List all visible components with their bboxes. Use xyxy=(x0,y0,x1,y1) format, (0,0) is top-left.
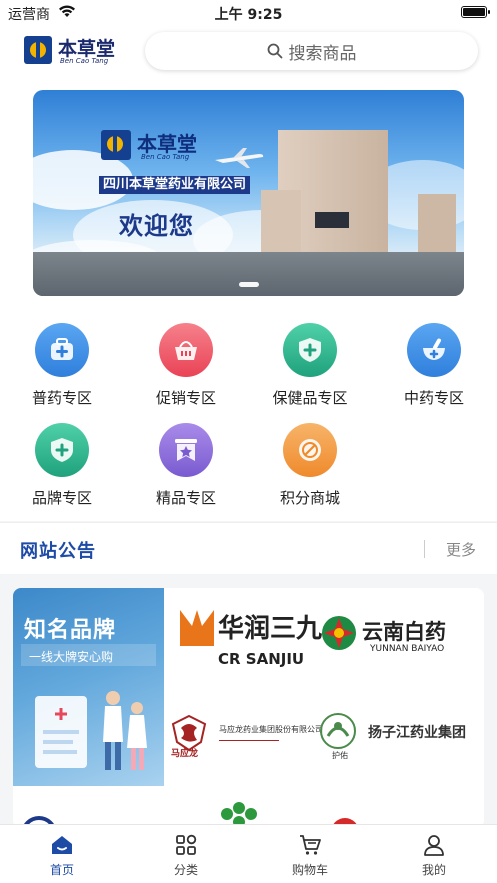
logo-subtitle: Ben Cao Tang xyxy=(60,57,109,65)
category-brand[interactable]: 品牌专区 xyxy=(7,403,117,507)
status-bar: 运营商 上午 9:25 xyxy=(0,0,497,26)
category-chinese-medicine[interactable]: 中药专区 xyxy=(379,303,489,407)
banner-welcome: 欢迎您 xyxy=(119,211,194,240)
carousel-indicator xyxy=(239,282,259,287)
brand-section: 知名品牌 一线大牌安心购 华润三九 CR SANJIU 云南白药 YUNNAN … xyxy=(13,588,484,828)
brand-logo-mayinglong[interactable]: 马应龙 马应龙药业集团股份有限公司 xyxy=(171,710,323,760)
announcement-bar: 网站公告 更多 xyxy=(0,522,497,574)
tab-category[interactable]: 分类 xyxy=(124,825,248,883)
category-label: 积分商城 xyxy=(279,489,340,507)
yangtze-river-mark-icon xyxy=(320,713,356,749)
category-premium[interactable]: 精品专区 xyxy=(131,403,241,507)
tab-label: 分类 xyxy=(173,863,198,877)
brand-sub: 马应龙药业集团股份有限公司 xyxy=(219,725,323,734)
battery-icon xyxy=(461,6,490,18)
clock: 上午 9:25 xyxy=(214,7,283,23)
shopping-basket-icon xyxy=(159,323,213,377)
category-points-mall[interactable]: 积分商城 xyxy=(255,403,365,507)
tab-mine[interactable]: 我的 xyxy=(372,825,496,883)
brand-promo-subtitle: 一线大牌安心购 xyxy=(29,650,114,664)
announcement-title: 网站公告 xyxy=(20,541,96,562)
category-label: 中药专区 xyxy=(403,389,464,407)
tab-cart[interactable]: 购物车 xyxy=(248,825,372,883)
brand-sub: YUNNAN BAIYAO xyxy=(370,644,445,654)
banner-area: 本草堂 Ben Cao Tang 四川本草堂药业有限公司 欢迎您 xyxy=(0,78,497,303)
brand-logos-row-partial xyxy=(13,786,484,828)
brand-logo-cr-sanjiu[interactable]: 华润三九 CR SANJIU xyxy=(178,604,322,674)
category-health-products[interactable]: 保健品专区 xyxy=(255,303,365,407)
category-label: 品牌专区 xyxy=(31,489,92,507)
cr-sanjiu-mark-icon xyxy=(180,610,214,646)
category-grid: 普药专区 促销专区 保健品专区 中药专区 品牌专区 精品专区 积分商城 xyxy=(0,303,497,521)
search-bar[interactable]: 搜索商品 xyxy=(145,32,478,70)
app-screen: 运营商 上午 9:25 本草堂 Ben Cao Tang 搜索商品 本草堂 Be… xyxy=(0,0,497,883)
health-shield-icon xyxy=(283,323,337,377)
bottom-tab-bar: 首页 分类 购物车 我的 xyxy=(0,824,497,883)
points-coin-icon xyxy=(283,423,337,477)
brand-name: 马应龙 xyxy=(171,749,199,759)
divider xyxy=(424,540,425,558)
brand-sub: 护佑 xyxy=(332,751,348,760)
brand-name: 云南白药 xyxy=(362,619,446,644)
cart-icon xyxy=(300,835,321,855)
brand-logo[interactable]: 本草堂 Ben Cao Tang xyxy=(24,34,120,68)
category-general-medicine[interactable]: 普药专区 xyxy=(7,303,117,407)
tab-label: 我的 xyxy=(421,863,446,877)
banner-logo-subtitle: Ben Cao Tang xyxy=(141,153,190,161)
mortar-icon xyxy=(407,323,461,377)
logo-mark-icon xyxy=(24,36,52,64)
category-grid-icon xyxy=(176,834,197,855)
doctor-illustration-icon xyxy=(35,691,147,770)
tab-label: 首页 xyxy=(49,863,74,877)
star-bookmark-icon xyxy=(159,423,213,477)
tab-label: 购物车 xyxy=(291,863,328,877)
banner-logo-mark-icon xyxy=(101,130,131,160)
header: 本草堂 Ben Cao Tang 搜索商品 xyxy=(0,26,497,78)
brand-logo-yunnan-baiyao[interactable]: 云南白药 YUNNAN BAIYAO xyxy=(318,610,478,670)
user-icon xyxy=(424,835,444,856)
medicine-box-icon xyxy=(35,323,89,377)
category-label: 精品专区 xyxy=(155,489,216,507)
announcement-more-link[interactable]: 更多 xyxy=(446,539,476,560)
brand-name: 扬子江药业集团 xyxy=(368,725,466,741)
category-promotion[interactable]: 促销专区 xyxy=(131,303,241,407)
brand-promo-title: 知名品牌 xyxy=(24,618,117,643)
banner-logo: 本草堂 Ben Cao Tang xyxy=(101,128,221,164)
brand-logo-yangtze-river[interactable]: 护佑 扬子江药业集团 xyxy=(318,710,478,760)
home-icon xyxy=(52,836,72,854)
brand-name: 华润三九 xyxy=(218,614,323,644)
banner-company-name: 四川本草堂药业有限公司 xyxy=(99,176,251,194)
brand-shield-icon xyxy=(35,423,89,477)
yunnan-baiyao-mark-icon xyxy=(322,616,356,650)
banner-carousel[interactable]: 本草堂 Ben Cao Tang 四川本草堂药业有限公司 欢迎您 xyxy=(33,90,464,296)
tab-home[interactable]: 首页 xyxy=(0,825,124,883)
search-placeholder: 搜索商品 xyxy=(288,43,357,64)
brand-sub: CR SANJIU xyxy=(218,650,305,668)
brand-promo-banner[interactable]: 知名品牌 一线大牌安心购 xyxy=(13,588,164,786)
search-icon xyxy=(267,43,282,59)
